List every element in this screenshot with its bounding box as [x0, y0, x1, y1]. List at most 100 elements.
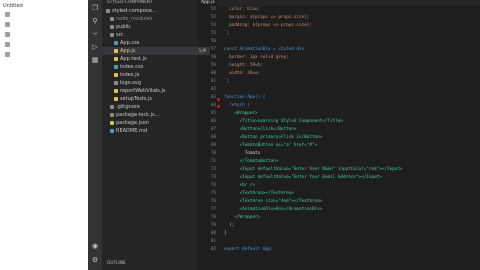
line-number: 67: [210, 127, 216, 132]
file-tree-label: src: [116, 32, 124, 38]
file-type-icon: [114, 72, 118, 77]
file-tree-label: App.test.js: [120, 56, 147, 62]
code-line: <Title>Learning Styled Component</Title>: [224, 119, 343, 124]
file-tree-item[interactable]: setupTests.js: [102, 95, 210, 103]
file-type-icon: [114, 48, 118, 53]
code-line: export default App;: [224, 247, 274, 252]
code-line: <Button>Click</Button>: [224, 127, 297, 132]
code-line: <br />: [224, 183, 256, 188]
line-number: 70: [210, 151, 216, 156]
file-type-icon: [114, 64, 118, 69]
line-number: 82: [210, 247, 216, 252]
line-number: 52: [210, 7, 216, 12]
search-icon[interactable]: ⚲: [91, 17, 99, 25]
folder-icon[interactable]: [5, 22, 10, 27]
line-number: 65: [210, 111, 216, 116]
line-number: 64: [210, 103, 216, 108]
file-tree-label: App.css: [120, 40, 140, 46]
file-tree-label: setupTests.js: [120, 96, 153, 102]
explorer-sidebar: STYLED-COMPONENT styled-compone... node_m…: [102, 0, 210, 270]
settings-gear-icon[interactable]: ⚙: [91, 256, 99, 264]
file-tree-item[interactable]: index.js: [102, 71, 210, 79]
line-number: 59: [210, 63, 216, 68]
file-icon[interactable]: [5, 42, 10, 47]
file-tree-item[interactable]: .gitignore: [102, 103, 206, 111]
code-line: margin: ${props => props.size};: [224, 15, 310, 20]
line-number: 58: [210, 55, 216, 60]
code-editor[interactable]: 52 53 54 55 56 57 58 59 60 61 62 63 64 65 66 67 68 69 70 71…: [198, 6, 480, 270]
code-line: </TomatoButton>: [224, 159, 279, 164]
code-line: `;: [224, 31, 230, 36]
line-number: 62: [210, 87, 216, 92]
code-line: <AnimationDiv>Hai</AnimationDiv>: [224, 207, 323, 212]
file-type-icon: [110, 120, 114, 125]
file-tree-item[interactable]: public: [102, 23, 206, 31]
file-icon[interactable]: [5, 32, 10, 37]
line-number: 68: [210, 135, 216, 140]
file-tree-label: .gitignore: [116, 104, 140, 110]
line-number: 53: [210, 15, 216, 20]
browser-sidebar: Untitled: [0, 0, 88, 270]
file-tree-item[interactable]: App.test.js: [102, 55, 210, 63]
line-number: 66: [210, 119, 216, 124]
file-icon[interactable]: [5, 52, 10, 57]
file-tree-item[interactable]: App.js 1,M: [102, 47, 210, 55]
code-line: <Wrapper>: [224, 111, 258, 116]
file-tree-item[interactable]: README.md: [102, 127, 206, 135]
source-control-icon[interactable]: ⑂: [91, 30, 99, 38]
file-tree-item[interactable]: package-lock.js...: [102, 111, 206, 119]
file-tree-label: package-lock.js...: [116, 112, 160, 118]
breakpoint-icon[interactable]: [217, 105, 220, 108]
line-number: 63: [210, 95, 216, 100]
file-tree-item[interactable]: package.json: [102, 119, 206, 127]
file-tree-label: public: [116, 24, 132, 30]
code-line: return (: [224, 103, 250, 108]
file-type-icon: [114, 96, 118, 101]
code-line: <TextArea></TextArea>: [224, 191, 294, 196]
code-line: Tomato: [224, 151, 261, 156]
line-number: 74: [210, 183, 216, 188]
account-icon[interactable]: ◉: [91, 242, 99, 250]
file-tree-item[interactable]: src: [102, 31, 206, 39]
line-number: 77: [210, 207, 216, 212]
code-line: `;: [224, 79, 230, 84]
file-type-icon: [114, 56, 118, 61]
file-tree-label: index.js: [120, 72, 140, 78]
debug-icon[interactable]: ▷: [91, 43, 99, 51]
line-number: 79: [210, 223, 216, 228]
file-tree-item[interactable]: node_modules: [102, 15, 206, 23]
file-tree-item[interactable]: reportWebVitals.js: [102, 87, 210, 95]
extensions-icon[interactable]: ▦: [91, 56, 99, 64]
file-tree-item[interactable]: styled-compone...: [102, 7, 202, 15]
code-line: color: blue;: [224, 7, 261, 12]
line-number-gutter: 52 53 54 55 56 57 58 59 60 61 62 63 64 65 66 67 68 69 70 71…: [198, 6, 220, 270]
code-line: height: 50vh;: [224, 63, 263, 68]
file-type-icon: [110, 32, 114, 37]
file-tree-label: README.md: [116, 128, 148, 134]
line-number: 60: [210, 71, 216, 76]
explorer-icon[interactable]: ❐: [91, 4, 99, 12]
file-tree-label: package.json: [116, 120, 149, 126]
file-type-icon: [110, 104, 114, 109]
file-tree-item[interactable]: index.css: [102, 63, 210, 71]
code-line: <Input defaultValue="Enter User Name" in…: [224, 167, 403, 172]
file-type-icon: [110, 112, 114, 117]
code-line: border: 1px solid grey;: [224, 55, 289, 60]
file-type-icon: [106, 8, 110, 13]
file-type-icon: [110, 24, 114, 29]
breakpoint-icon[interactable]: [217, 98, 220, 101]
line-number: 57: [210, 47, 216, 52]
file-tree-item[interactable]: App.css: [102, 39, 210, 47]
browser-tab-label[interactable]: Untitled: [3, 3, 23, 9]
line-number: 71: [210, 159, 216, 164]
activity-bar: ❐ ⚲ ⑂ ▷ ▦ ◉ ⚙: [88, 0, 102, 270]
outline-section[interactable]: OUTLINE: [107, 261, 126, 266]
code-line: );: [224, 223, 235, 228]
line-number: 76: [210, 199, 216, 204]
folder-icon[interactable]: [5, 12, 10, 17]
file-tree-item[interactable]: logo.svg: [102, 79, 210, 87]
line-number: 75: [210, 191, 216, 196]
code-line: <TomatoButton as="a" href="#">: [224, 143, 318, 148]
line-number: 55: [210, 31, 216, 36]
code-line: padding: ${props => props.size};: [224, 23, 312, 28]
